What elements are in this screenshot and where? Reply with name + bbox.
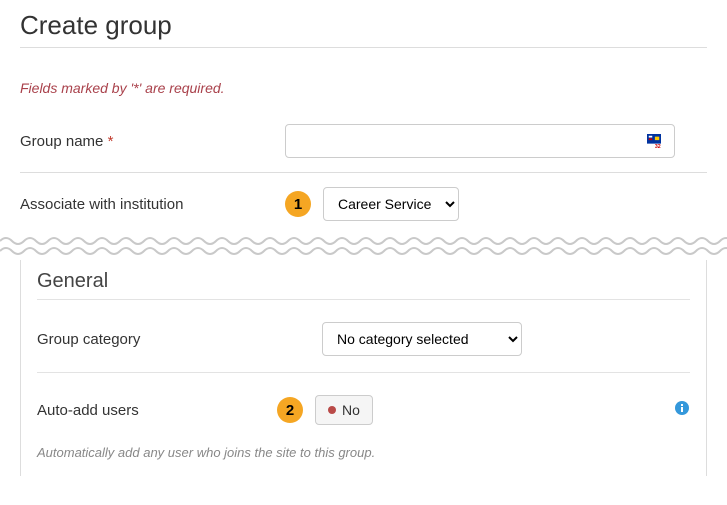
group-name-label: Group name * [20,133,285,150]
general-section: General Group category No category selec… [20,260,707,476]
group-category-select[interactable]: No category selected [322,322,522,356]
required-fields-note: Fields marked by '*' are required. [20,80,707,96]
auto-add-users-label: Auto-add users [37,402,277,419]
divider [20,47,707,48]
annotation-badge-2: 2 [277,397,303,423]
auto-add-help-text: Automatically add any user who joins the… [37,445,690,460]
group-name-label-text: Group name [20,133,103,150]
field-badge-icon: 32 [647,134,661,148]
group-category-row: Group category No category selected [37,316,690,362]
page-title: Create group [20,10,707,41]
general-heading: General [37,260,690,299]
auto-add-toggle-text: No [342,402,360,418]
auto-add-users-row: Auto-add users 2 No [37,389,690,431]
svg-text:32: 32 [655,144,661,148]
divider [37,372,690,373]
group-name-row: Group name * 32 [20,118,707,164]
group-category-label: Group category [37,331,322,348]
group-name-input[interactable] [285,124,675,158]
auto-add-toggle[interactable]: No [315,395,373,425]
associate-institution-label: Associate with institution [20,196,285,213]
annotation-badge-1: 1 [285,191,311,217]
toggle-off-indicator-icon [328,406,336,414]
associate-institution-select[interactable]: Career Service [323,187,459,221]
wavy-separator [0,235,727,257]
info-icon[interactable] [674,400,690,421]
divider [37,299,690,300]
associate-institution-row: Associate with institution 1 Career Serv… [20,173,707,235]
required-marker: * [108,133,114,150]
